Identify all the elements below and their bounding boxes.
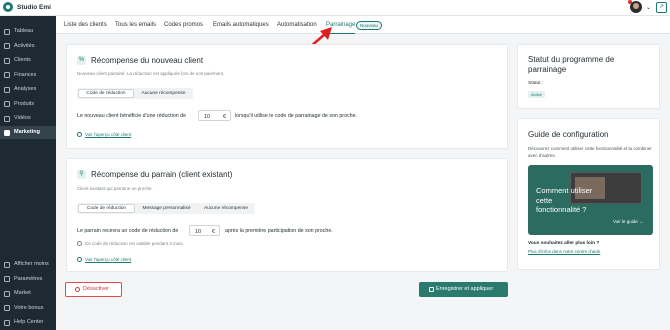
program-status-title: Statut du programme de parrainage — [528, 55, 615, 74]
external-link-icon[interactable]: ↗ — [656, 2, 667, 13]
store-icon — [4, 290, 10, 297]
currency-unit: € — [211, 228, 215, 235]
tab-liste-des-clients[interactable]: Liste des clients — [64, 16, 107, 34]
sidebar-item-produits[interactable]: Produits — [0, 98, 56, 111]
notification-dot-icon — [628, 0, 632, 4]
top-bar: Studio Emi ⌄ ↗ — [0, 0, 670, 16]
referrer-text-after: après la première participation de son p… — [225, 228, 333, 234]
studio-logo-icon[interactable] — [3, 2, 13, 12]
sidebar-item-help-center[interactable]: Help Center — [0, 316, 56, 329]
tab-bar: Liste des clients Tous les emails Codes … — [56, 16, 670, 34]
new-client-reward-type: Code de réduction Aucune récompense — [77, 88, 193, 99]
new-client-title: Récompense du nouveau client — [91, 56, 204, 65]
segment-code-reduction[interactable]: Code de réduction — [78, 89, 134, 98]
sidebar-item-afficher-moins[interactable]: Afficher moins — [0, 258, 56, 271]
tab-codes-promos[interactable]: Codes promos — [164, 16, 203, 34]
save-label: Enregistrer et appliquer — [436, 286, 494, 292]
deactivate-label: Désactiver — [83, 286, 109, 292]
tab-tous-les-emails[interactable]: Tous les emails — [115, 16, 156, 34]
chevron-down-icon[interactable]: ⌄ — [646, 4, 651, 11]
sidebar-item-label: Help Center — [14, 319, 44, 325]
eye-icon — [77, 257, 82, 262]
sidebar-item-label: Vidéos — [14, 115, 31, 121]
referrer-title: Récompense du parrain (client existant) — [91, 170, 233, 179]
sidebar-item-analyses[interactable]: Analyses — [0, 83, 56, 96]
gift-icon: ⚲ — [77, 170, 86, 179]
eye-icon — [77, 132, 82, 137]
sidebar: Tableau Activités Clients Finances Analy… — [0, 16, 56, 330]
video-guide-link[interactable]: Voir le guide → — [613, 219, 644, 224]
megaphone-icon — [4, 129, 10, 136]
status-badge: Activé — [528, 91, 545, 98]
users-icon — [4, 57, 10, 64]
discount-value: 10 — [195, 228, 202, 235]
video-title: Comment utiliser cette fonctionnalité ? — [536, 186, 593, 214]
sidebar-item-activites[interactable]: Activités — [0, 40, 56, 53]
gear-icon — [4, 276, 10, 282]
new-badge: Nouveau — [356, 21, 383, 30]
guide-title: Guide de configuration — [528, 130, 609, 139]
currency-unit: € — [222, 113, 226, 120]
referrer-preview-link[interactable]: Voir l'aperçu côté client — [85, 257, 131, 262]
sidebar-item-videos[interactable]: Vidéos — [0, 112, 56, 125]
new-client-subtitle: Nouveau client parrainé. La réduction es… — [77, 71, 225, 76]
sidebar-item-label: Afficher moins — [14, 261, 49, 267]
status-label: Statut : — [528, 81, 544, 86]
referrer-reward-type: Code de réduction Message personnalisé A… — [77, 203, 255, 214]
segment-aucune-recompense[interactable]: Aucune récompense — [135, 89, 192, 98]
info-icon — [77, 241, 82, 246]
percent-icon: % — [77, 56, 86, 65]
help-icon — [4, 319, 10, 326]
guide-question: Vous souhaitez aller plus loin ? — [528, 241, 600, 246]
segment-code-reduction[interactable]: Code de réduction — [78, 204, 135, 213]
new-client-text-after: lorsqu'il utilise le code de parrainage … — [235, 113, 358, 119]
sidebar-item-parametres[interactable]: Paramètres — [0, 273, 56, 286]
sidebar-item-market[interactable]: Market — [0, 287, 56, 300]
referrer-discount-input[interactable]: 10 € — [189, 225, 220, 236]
referrer-subtitle: Client existant qui parraine un proche. — [77, 186, 153, 191]
sidebar-item-label: Paramètres — [14, 275, 43, 282]
dashboard-icon — [4, 28, 10, 35]
power-icon — [75, 287, 80, 292]
referrer-text-before: Le parrain recevra un code de réduction … — [77, 228, 179, 234]
new-client-text-before: Le nouveau client bénéficie d'une réduct… — [77, 113, 187, 119]
sidebar-item-label: Analyses — [14, 86, 37, 92]
finance-icon — [4, 72, 10, 78]
sidebar-item-label: Produits — [14, 100, 35, 107]
discount-value: 10 — [204, 113, 211, 120]
sidebar-item-label: Marketing — [14, 129, 40, 135]
sidebar-item-tableau[interactable]: Tableau — [0, 25, 56, 38]
sidebar-item-label: Finances — [14, 71, 37, 78]
sidebar-item-label: Tableau — [14, 28, 34, 34]
segment-message-personnalise[interactable]: Message personnalisé — [136, 204, 197, 213]
activity-icon — [4, 43, 10, 49]
chart-icon — [4, 86, 10, 93]
help-center-link[interactable]: Plus d'infos dans notre centre d'aide — [528, 249, 600, 254]
sidebar-item-label: Clients — [14, 57, 31, 63]
new-client-preview-link[interactable]: Voir l'aperçu côté client — [85, 132, 131, 137]
sidebar-item-label: Activités — [14, 42, 35, 49]
video-icon — [4, 115, 10, 122]
sidebar-item-marketing[interactable]: Marketing — [0, 126, 56, 139]
guide-video[interactable]: Comment utiliser cette fonctionnalité ? … — [528, 165, 653, 235]
validity-note: Ce code de réduction est valable pendant… — [85, 241, 184, 246]
program-status-card — [517, 44, 660, 109]
sidebar-item-label: Votre bonus — [14, 304, 44, 311]
studio-name: Studio Emi — [17, 3, 51, 11]
heart-icon — [4, 305, 10, 311]
sidebar-item-finances[interactable]: Finances — [0, 69, 56, 82]
box-icon — [4, 101, 10, 107]
save-apply-button[interactable]: Enregistrer et appliquer — [419, 282, 508, 297]
segment-aucune-recompense[interactable]: Aucune récompense — [198, 204, 254, 213]
new-client-discount-input[interactable]: 10 € — [198, 110, 231, 121]
collapse-icon — [4, 261, 10, 268]
sidebar-item-clients[interactable]: Clients — [0, 54, 56, 67]
sidebar-item-label: Market — [14, 290, 31, 296]
sidebar-item-votre-bonus[interactable]: Votre bonus — [0, 302, 56, 315]
tab-emails-automatiques[interactable]: Emails automatiques — [213, 16, 269, 34]
deactivate-button[interactable]: Désactiver — [65, 282, 122, 297]
save-icon — [429, 287, 434, 292]
guide-description: Découvrez comment utiliser cette fonctio… — [528, 146, 652, 158]
